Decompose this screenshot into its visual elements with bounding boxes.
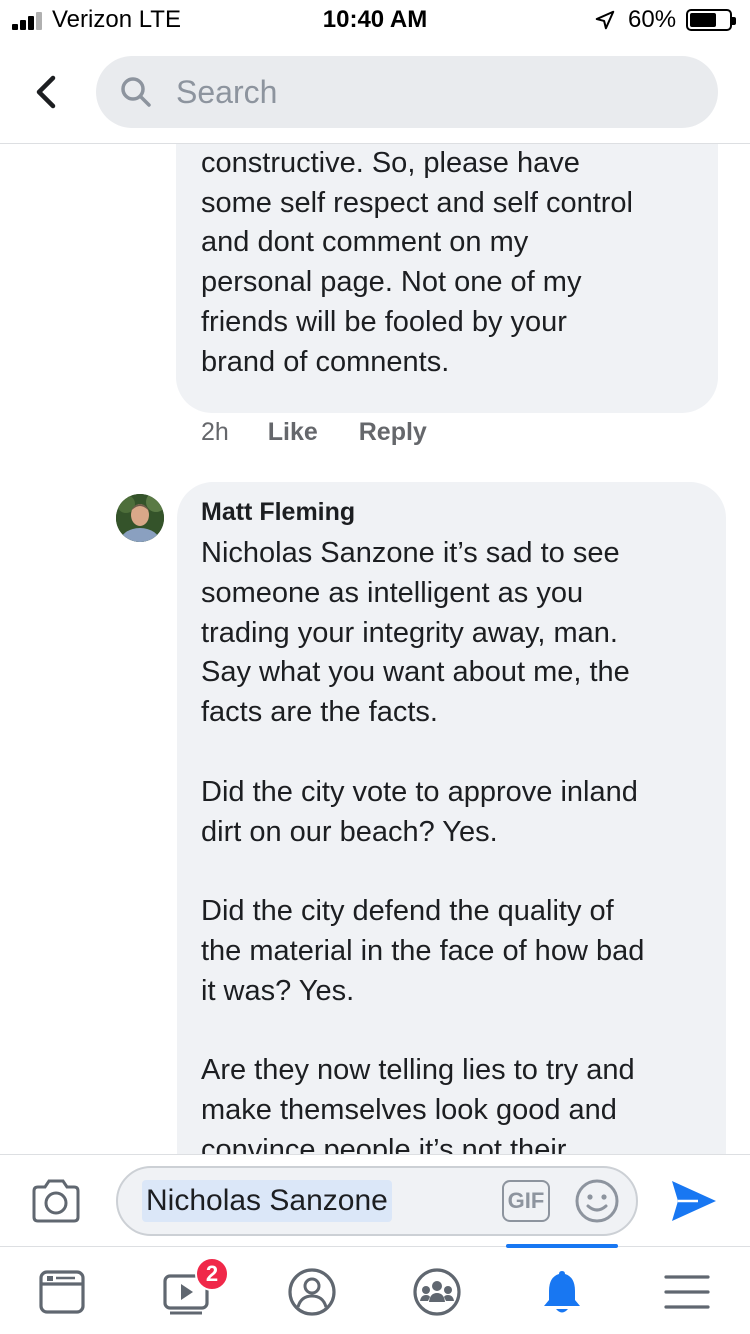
back-button[interactable] [24,70,68,114]
profile-icon [288,1268,336,1316]
camera-icon[interactable] [30,1177,82,1225]
news-feed-icon [39,1270,85,1314]
groups-icon [413,1268,461,1316]
comment-time: 2h [201,418,229,446]
send-icon[interactable] [668,1177,718,1225]
comment-author[interactable]: Matt Fleming [201,498,355,527]
avatar[interactable] [116,494,164,542]
battery-icon [686,9,736,31]
tab-profile[interactable] [250,1247,375,1334]
notifications-icon [544,1271,580,1313]
search-icon [121,77,151,107]
tab-groups[interactable] [375,1247,500,1334]
gif-button[interactable]: GIF [502,1180,550,1222]
person-photo-icon [116,494,164,542]
status-bar: Verizon LTE 10:40 AM 60% [0,0,750,40]
comment-actions: 2h Like Reply [201,418,461,447]
tab-news-feed[interactable] [0,1247,125,1334]
comment-thread[interactable]: own agenda and it is not constructive. S… [0,144,750,1154]
emoji-icon[interactable] [574,1178,620,1224]
comment-composer: Nicholas Sanzone GIF [0,1154,750,1246]
mention-tag[interactable]: Nicholas Sanzone [142,1180,392,1222]
search-bar[interactable] [96,56,718,128]
tab-notifications[interactable] [500,1247,625,1334]
bottom-tab-bar: 2 [0,1244,750,1334]
top-bar [0,40,750,144]
menu-icon [664,1275,710,1309]
search-input[interactable] [176,68,696,116]
tab-watch[interactable]: 2 [125,1247,250,1334]
notification-badge: 2 [195,1257,229,1291]
location-arrow-icon [595,10,615,30]
battery-percent: 60% [628,6,677,33]
reply-button[interactable]: Reply [359,418,427,447]
comment-text: Nicholas Sanzone it’s sad to see someone… [201,537,645,1154]
comment-input[interactable]: Nicholas Sanzone GIF [116,1166,638,1236]
comment-bubble[interactable]: own agenda and it is not constructive. S… [176,144,718,413]
like-button[interactable]: Like [268,418,318,447]
tab-menu[interactable] [625,1247,750,1334]
comment-bubble[interactable]: Matt Fleming Nicholas Sanzone it’s sad t… [177,482,726,1154]
comment-text: own agenda and it is not constructive. S… [201,146,633,378]
